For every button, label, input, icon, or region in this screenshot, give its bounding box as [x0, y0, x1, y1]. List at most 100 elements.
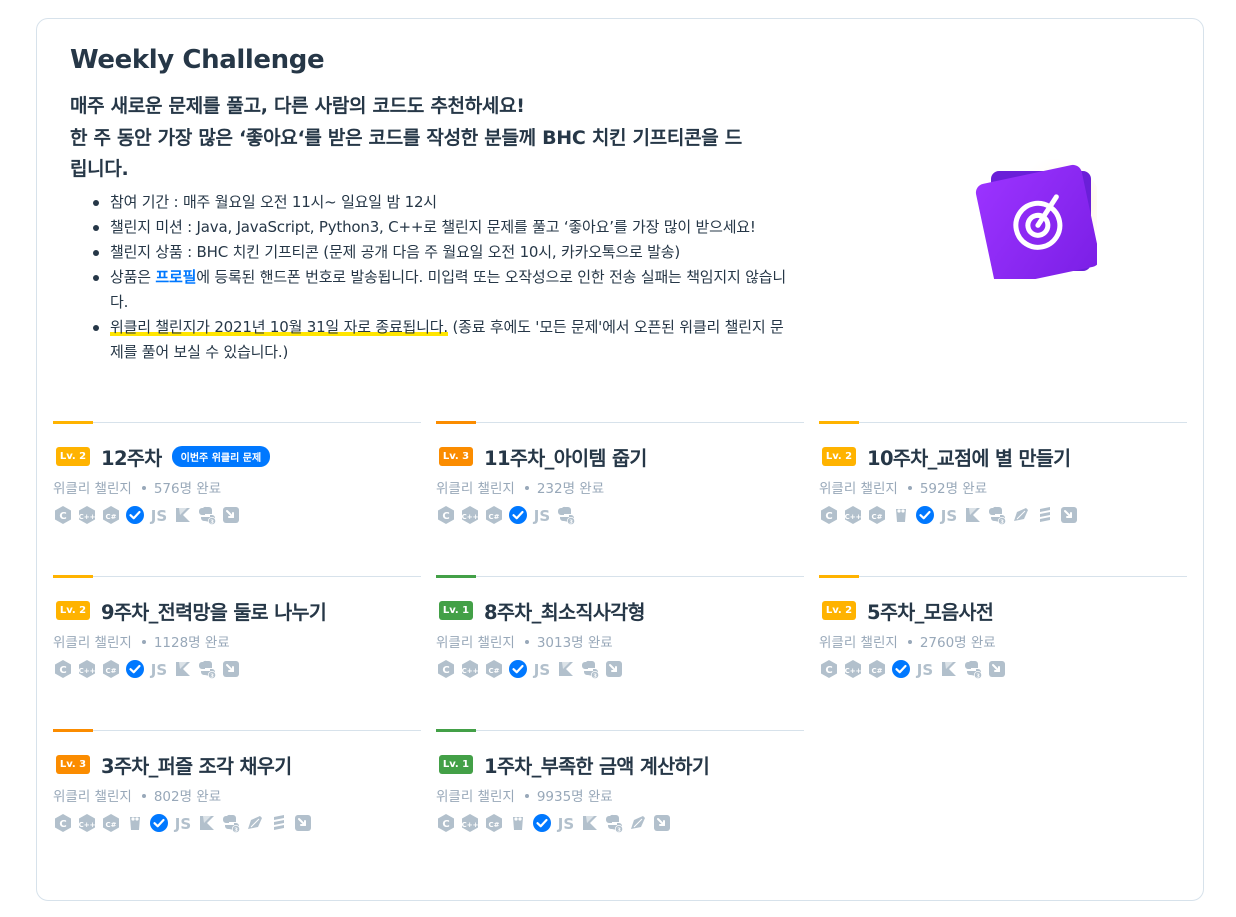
challenge-card[interactable]: Lv. 2 5주차_모음사전 위클리 챌린지 2760명 완료 C C++ C# JS 3	[819, 575, 1187, 726]
challenge-card[interactable]: Lv. 1 1주차_부족한 금액 계산하기 위클리 챌린지 9935명 완료 CC…	[436, 729, 804, 880]
csharp-icon: C#	[867, 505, 887, 525]
info-item: 참여 기간 : 매주 월요일 오전 11시~ 일요일 밤 12시	[93, 190, 793, 215]
check-icon	[915, 505, 935, 525]
python3-icon: 3	[221, 813, 241, 833]
category-label: 위클리 챌린지	[436, 789, 515, 805]
csharp-icon: C#	[101, 505, 121, 525]
category-label: 위클리 챌린지	[436, 635, 515, 651]
page-title: Weekly Challenge	[70, 45, 325, 75]
level-badge: Lv. 3	[439, 447, 473, 466]
level-accent-bar	[436, 421, 476, 424]
subtitle-line-2: 한 주 동안 가장 많은 ‘좋아요‘를 받은 코드를 작성한 분들께 BHC 치…	[70, 126, 742, 181]
challenge-card[interactable]: Lv. 2 12주차 이번주 위클리 문제 위클리 챌린지 576명 완료 C C+…	[53, 421, 421, 572]
challenge-title[interactable]: 5주차_모음사전	[867, 596, 994, 625]
challenge-title[interactable]: 10주차_교점에 별 만들기	[867, 442, 1071, 471]
ruby-icon	[628, 813, 648, 833]
challenge-title[interactable]: 1주차_부족한 금액 계산하기	[484, 750, 710, 779]
challenge-card[interactable]: Lv. 3 3주차_퍼즐 조각 채우기 위클리 챌린지 802명 완료 C C++ C…	[53, 729, 421, 880]
completed-count: 232명 완료	[536, 481, 605, 497]
separator-dot	[141, 793, 146, 798]
check-icon	[508, 659, 528, 679]
js-icon: JS	[532, 659, 552, 679]
completed-count: 576명 완료	[153, 481, 222, 497]
challenge-title[interactable]: 3주차_퍼즐 조각 채우기	[101, 750, 292, 779]
challenge-title[interactable]: 9주차_전력망을 둘로 나누기	[101, 596, 327, 625]
svg-text:3: 3	[1000, 519, 1004, 525]
svg-text:3: 3	[234, 827, 238, 833]
js-icon: JS	[556, 813, 576, 833]
separator-dot	[907, 485, 912, 490]
challenge-meta: 위클리 챌린지 802명 완료	[53, 785, 221, 805]
svg-text:C++: C++	[462, 667, 479, 675]
info-item: 챌린지 상품 : BHC 치킨 기프티콘 (문제 공개 다음 주 월요일 오전 …	[93, 240, 793, 265]
swift-icon	[1059, 505, 1079, 525]
kotlin-icon	[939, 659, 959, 679]
separator-dot	[907, 639, 912, 644]
category-label: 위클리 챌린지	[819, 635, 898, 651]
ruby-icon	[1011, 505, 1031, 525]
kotlin-icon	[556, 659, 576, 679]
svg-text:C: C	[442, 819, 449, 830]
c-icon: C	[436, 505, 456, 525]
challenge-card[interactable]: Lv. 2 9주차_전력망을 둘로 나누기 위클리 챌린지 1128명 완료 CC…	[53, 575, 421, 726]
js-icon: JS	[173, 813, 193, 833]
svg-text:3: 3	[569, 519, 573, 525]
info-list: 참여 기간 : 매주 월요일 오전 11시~ 일요일 밤 12시 챌린지 미션 …	[93, 190, 793, 365]
cpp-icon: C++	[843, 659, 863, 679]
svg-text:C#: C#	[871, 513, 882, 521]
info-item: 챌린지 미션 : Java, JavaScript, Python3, C++로…	[93, 215, 793, 240]
level-accent-bar	[53, 421, 93, 424]
js-icon: JS	[939, 505, 959, 525]
challenge-card[interactable]: Lv. 3 11주차_아이템 줍기 위클리 챌린지 232명 완료 C C++ C# J…	[436, 421, 804, 572]
cpp-icon: C++	[77, 813, 97, 833]
challenge-card[interactable]: Lv. 2 10주차_교점에 별 만들기 위클리 챌린지 592명 완료 C C++…	[819, 421, 1187, 572]
js-icon: JS	[149, 505, 169, 525]
challenge-meta: 위클리 챌린지 592명 완료	[819, 477, 987, 497]
kotlin-icon	[963, 505, 983, 525]
profile-link[interactable]: 프로필	[155, 268, 196, 286]
language-icons: C C++ C# JS 3	[436, 813, 672, 833]
svg-text:C#: C#	[105, 667, 116, 675]
language-icons: C C++ C# JS 3	[436, 505, 576, 525]
challenge-title[interactable]: 8주차_최소직사각형	[484, 596, 645, 625]
cpp-icon: C++	[460, 813, 480, 833]
challenge-target-illustration	[957, 139, 1102, 286]
challenge-card[interactable]: Lv. 1 8주차_최소직사각형 위클리 챌린지 3013명 완료 C C++ C# J…	[436, 575, 804, 726]
python3-icon: 3	[197, 659, 217, 679]
check-icon	[149, 813, 169, 833]
language-icons: C C++ C# JS 3	[819, 659, 1007, 679]
csharp-icon: C#	[101, 659, 121, 679]
check-icon	[532, 813, 552, 833]
challenge-meta: 위클리 챌린지 3013명 완료	[436, 631, 613, 651]
separator-dot	[524, 639, 529, 644]
scala-icon	[269, 813, 289, 833]
svg-text:C#: C#	[105, 513, 116, 521]
svg-text:C: C	[59, 511, 66, 522]
language-icons: C C++ C# JS 3	[53, 659, 241, 679]
language-icons: C C++ C# JS 3	[819, 505, 1079, 525]
python3-icon: 3	[987, 505, 1007, 525]
swift-icon	[604, 659, 624, 679]
page-subtitle: 매주 새로운 문제를 풀고, 다른 사람의 코드도 추천하세요! 한 주 동안 …	[70, 91, 750, 186]
cpp-icon: C++	[460, 659, 480, 679]
swift-icon	[221, 505, 241, 525]
go-icon	[891, 505, 911, 525]
category-label: 위클리 챌린지	[53, 789, 132, 805]
level-accent-bar	[53, 729, 93, 732]
js-icon: JS	[149, 659, 169, 679]
c-icon: C	[53, 813, 73, 833]
csharp-icon: C#	[484, 505, 504, 525]
cpp-icon: C++	[77, 505, 97, 525]
svg-text:JS: JS	[533, 661, 550, 679]
check-icon	[891, 659, 911, 679]
challenge-meta: 위클리 챌린지 9935명 완료	[436, 785, 613, 805]
challenge-title[interactable]: 11주차_아이템 줍기	[484, 442, 647, 471]
level-accent-bar	[819, 575, 859, 578]
challenge-title[interactable]: 12주차	[101, 442, 162, 471]
completed-count: 2760명 완료	[919, 635, 996, 651]
go-icon	[125, 813, 145, 833]
c-icon: C	[53, 505, 73, 525]
svg-text:JS: JS	[150, 661, 167, 679]
weekly-challenge-card: Weekly Challenge 매주 새로운 문제를 풀고, 다른 사람의 코…	[36, 18, 1204, 901]
svg-text:3: 3	[210, 673, 214, 679]
